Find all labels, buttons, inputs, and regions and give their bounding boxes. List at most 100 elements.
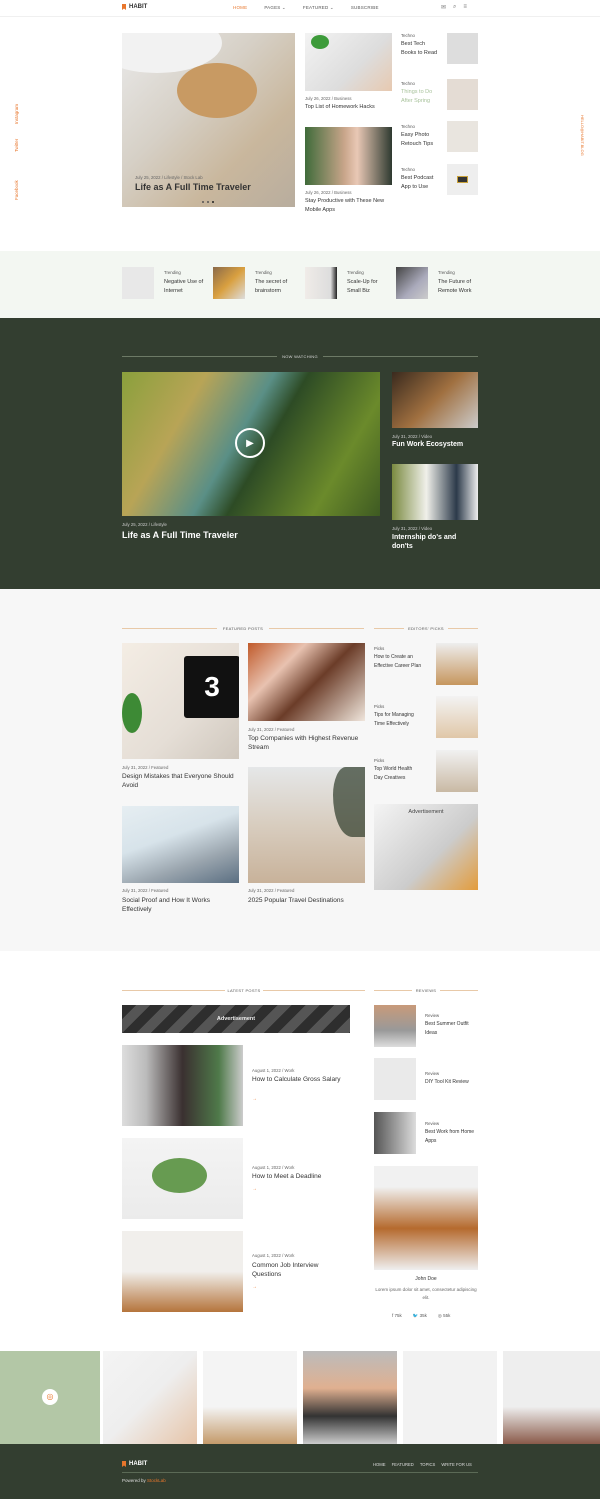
facebook-icon[interactable]: f 75k [392,1313,402,1319]
thumb[interactable] [447,164,478,195]
trending-item[interactable]: Negative Use of Internet [164,278,206,295]
bookmark-icon [122,1461,126,1467]
social-facebook[interactable]: Facebook [14,180,19,200]
divider [448,628,478,629]
post-image[interactable]: 3 [122,643,239,759]
post-title[interactable]: Design Mistakes that Everyone Should Avo… [122,772,237,790]
thumb[interactable] [447,33,478,64]
instagram-photo[interactable] [103,1351,197,1444]
arrow-right-icon[interactable]: → [252,1284,257,1290]
thumb[interactable] [436,750,478,792]
video-thumbnail[interactable] [392,464,478,520]
list-item[interactable]: Best Tech Books to Read [401,40,439,57]
post-image[interactable] [248,767,365,883]
divider [440,990,478,991]
arrow-right-icon[interactable]: → [252,1096,257,1102]
thumb[interactable] [122,267,154,299]
footer-logo[interactable]: HABIT [122,1461,147,1467]
list-item[interactable]: Easy Photo Retouch Tips [401,131,439,148]
divider [374,628,404,629]
advertisement-banner[interactable]: Advertisement [122,1005,350,1033]
site-header: HABIT HOME PAGES ⌄ FEATURED ⌄ SUBSCRIBE … [0,0,600,17]
list-item[interactable]: Things to Do After Spring [401,88,439,105]
video-title[interactable]: Life as A Full Time Traveler [122,530,238,540]
nav-featured[interactable]: FEATURED ⌄ [303,5,334,11]
card-title[interactable]: Stay Productive with These New Mobile Ap… [305,197,395,214]
post-title[interactable]: 2025 Popular Travel Destinations [248,896,366,905]
divider [122,356,277,357]
post-title[interactable]: How to Calculate Gross Salary [252,1075,347,1084]
footer-link[interactable]: WRITE FOR US [441,1462,471,1467]
nav-home[interactable]: HOME [233,5,247,11]
post-title[interactable]: Common Job Interview Questions [252,1261,347,1279]
card-image[interactable] [305,33,392,91]
thumb[interactable] [436,696,478,738]
footer-link[interactable]: TOPICS [420,1462,436,1467]
post-image[interactable] [122,806,239,883]
play-icon[interactable]: ▶ [235,428,265,458]
thumb[interactable] [374,1058,416,1100]
review-item[interactable]: Best Work from Home Apps [425,1128,480,1145]
instagram-tile[interactable]: ◎ [0,1351,100,1444]
pick-item[interactable]: Tips for Managing Time Effectively [374,711,426,728]
post-image[interactable] [248,643,365,721]
powered-by: Powered by StockLab [122,1478,166,1483]
instagram-photo[interactable] [203,1351,297,1444]
video-title[interactable]: Fun Work Ecosystem [392,441,463,448]
instagram-icon[interactable]: ◎ [42,1389,58,1405]
post-image[interactable] [122,1138,243,1219]
post-image[interactable] [122,1231,243,1312]
thumb[interactable] [213,267,245,299]
pick-item[interactable]: Top World Health Day Creatives [374,765,422,782]
ad-label: Advertisement [408,809,444,815]
search-icon[interactable]: ⌕ [453,4,456,11]
advertisement-banner[interactable]: Advertisement [374,804,478,890]
pick-item[interactable]: How to Create an Effective Career Plan [374,653,422,670]
footer-link[interactable]: HOME [373,1462,386,1467]
divider [323,356,478,357]
video-thumbnail[interactable]: ▶ [122,372,380,516]
thumb[interactable] [436,643,478,685]
mail-icon[interactable]: ✉ [441,4,446,11]
footer-link[interactable]: FEATURED [392,1462,414,1467]
thumb[interactable] [305,267,337,299]
brand-link[interactable]: StockLab [147,1478,166,1483]
social-instagram[interactable]: Instagram [14,104,19,124]
arrow-right-icon[interactable]: → [252,1186,257,1192]
thumb[interactable] [374,1005,416,1047]
card-image[interactable] [305,127,392,185]
social-twitter[interactable]: Twitter [14,139,19,152]
section-title: LATEST POSTS [227,988,261,993]
hero-title[interactable]: Life as A Full Time Traveler [135,182,251,192]
video-thumbnail[interactable] [392,372,478,428]
post-title[interactable]: Top Companies with Highest Revenue Strea… [248,734,363,752]
nav-pages[interactable]: PAGES ⌄ [264,5,286,11]
instagram-photo[interactable] [303,1351,397,1444]
card-title[interactable]: Top List of Homework Hacks [305,103,395,112]
trending-item[interactable]: The secret of brainstorm [255,278,297,295]
ad-label: Advertisement [216,1016,256,1022]
video-title[interactable]: Internship do's and don'ts [392,533,472,551]
instagram-photo[interactable] [503,1351,600,1444]
contact-email[interactable]: HELLO@HABIT.BLOG [580,115,585,156]
slider-dots[interactable] [202,201,214,203]
twitter-icon[interactable]: 🐦 35k [413,1313,427,1319]
site-logo[interactable]: HABIT [122,4,147,10]
trending-item[interactable]: The Future of Remote Work [438,278,480,295]
thumb[interactable] [447,79,478,110]
review-item[interactable]: Best Summer Outfit Ideas [425,1020,480,1037]
post-image[interactable] [122,1045,243,1126]
post-title[interactable]: Social Proof and How It Works Effectivel… [122,896,237,914]
post-title[interactable]: How to Meet a Deadline [252,1172,347,1181]
instagram-photo[interactable] [403,1351,497,1444]
trending-item[interactable]: Scale-Up for Small Biz [347,278,389,295]
thumb[interactable] [374,1112,416,1154]
review-item[interactable]: DIY Tool Kit Review [425,1078,480,1087]
nav-subscribe[interactable]: SUBSCRIBE [351,5,379,11]
list-item[interactable]: Best Podcast App to Use [401,174,439,191]
thumb[interactable] [447,121,478,152]
thumb[interactable] [396,267,428,299]
instagram-icon[interactable]: ◎ 55k [438,1313,450,1319]
hero-image[interactable] [122,33,295,207]
menu-icon[interactable]: ≡ [463,4,467,11]
